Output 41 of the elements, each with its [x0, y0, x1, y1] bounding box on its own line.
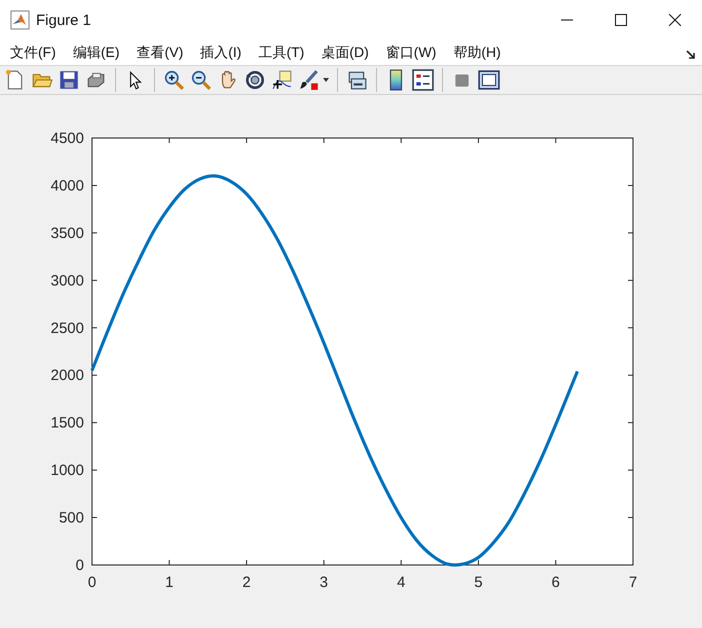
- menu-item[interactable]: 窗口(W): [386, 44, 436, 62]
- x-tick-label: 2: [242, 574, 251, 591]
- y-tick-label: 1000: [50, 462, 84, 480]
- window-title: Figure 1: [36, 12, 92, 28]
- menu-item[interactable]: 工具(T): [258, 44, 304, 62]
- y-tick-label: 3000: [50, 272, 84, 290]
- x-tick-label: 1: [165, 574, 174, 591]
- menu-item[interactable]: 桌面(D): [321, 44, 369, 62]
- x-tick-label: 0: [88, 574, 96, 591]
- dock-arrow-icon[interactable]: [686, 50, 696, 60]
- menu-item[interactable]: 文件(F): [10, 44, 56, 62]
- menu-item[interactable]: 查看(V): [136, 44, 184, 62]
- y-tick-label: 4500: [50, 130, 84, 147]
- window-icon[interactable]: [478, 69, 500, 92]
- link-icon[interactable]: [346, 69, 368, 92]
- menu-item[interactable]: 插入(I): [200, 44, 242, 62]
- y-tick-label: 4000: [50, 177, 84, 194]
- y-tick-label: 2000: [50, 367, 84, 384]
- save-icon[interactable]: [58, 69, 80, 92]
- x-tick-label: 3: [320, 574, 328, 591]
- caret-icon[interactable]: [323, 78, 329, 82]
- x-tick-label: 6: [552, 574, 560, 591]
- maximize-icon: [615, 14, 627, 26]
- y-tick-label: 0: [76, 557, 84, 574]
- y-tick-label: 3500: [50, 224, 84, 242]
- zoom-in-icon[interactable]: [163, 69, 185, 92]
- rotate-icon[interactable]: [244, 69, 266, 92]
- x-tick-label: 5: [474, 574, 483, 591]
- menu-item[interactable]: 帮助(H): [453, 44, 501, 62]
- y-tick-label: 2500: [50, 320, 84, 337]
- menu-item[interactable]: 编辑(E): [72, 44, 120, 62]
- legend-icon[interactable]: [412, 69, 434, 92]
- close-icon: [669, 14, 681, 26]
- y-tick-label: 1500: [50, 414, 84, 432]
- y-tick-label: 500: [58, 510, 84, 527]
- matlab-logo-icon: [10, 10, 30, 30]
- data-cursor-icon[interactable]: [271, 69, 293, 92]
- zoom-out-icon[interactable]: [190, 69, 212, 92]
- brush-icon[interactable]: [298, 69, 320, 92]
- x-tick-label: 4: [396, 574, 406, 591]
- x-tick-label: 7: [628, 574, 638, 591]
